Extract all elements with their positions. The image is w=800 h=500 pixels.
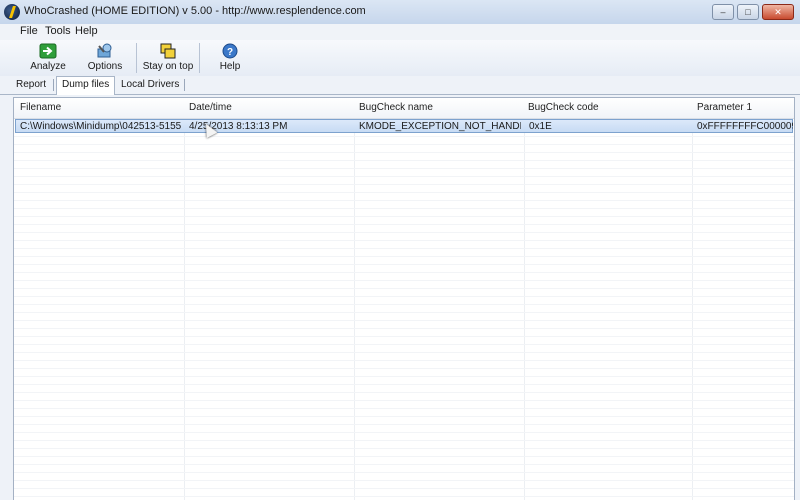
options-tool-icon [96, 43, 114, 59]
help-label: Help [219, 61, 241, 72]
empty-row-line [14, 472, 794, 473]
toolbar: Analyze Options Stay on top ? Help [0, 40, 800, 76]
empty-row-line [14, 360, 794, 361]
empty-row-line [14, 216, 794, 217]
empty-row-line [14, 280, 794, 281]
menu-tools[interactable]: Tools [45, 25, 71, 37]
title-bar[interactable]: WhoCrashed (HOME EDITION) v 5.00 - http:… [0, 0, 800, 25]
toolbar-separator [136, 43, 137, 73]
empty-row-line [14, 432, 794, 433]
empty-row-line [14, 384, 794, 385]
dump-files-table[interactable]: Filename Date/time BugCheck name BugChec… [13, 97, 795, 500]
empty-row-line [14, 208, 794, 209]
empty-row-line [14, 448, 794, 449]
column-header-bugcheck-name[interactable]: BugCheck name [359, 102, 433, 113]
tab-divider [184, 79, 185, 91]
empty-row-line [14, 464, 794, 465]
maximize-button[interactable]: □ [737, 4, 759, 20]
empty-row-line [14, 424, 794, 425]
empty-row-line [14, 496, 794, 497]
empty-row-line [14, 168, 794, 169]
empty-row-line [14, 376, 794, 377]
empty-row-line [14, 176, 794, 177]
empty-row-line [14, 136, 794, 137]
svg-text:?: ? [227, 47, 233, 58]
cell-filename: C:\Windows\Minidump\042513-5155... [20, 121, 182, 132]
empty-row-line [14, 304, 794, 305]
tab-local-drivers[interactable]: Local Drivers [116, 77, 184, 93]
empty-row-line [14, 312, 794, 313]
tab-divider [53, 79, 54, 91]
empty-row-line [14, 416, 794, 417]
empty-row-line [14, 240, 794, 241]
tab-report[interactable]: Report [11, 77, 51, 93]
stay-on-top-label: Stay on top [142, 61, 194, 72]
empty-row-line [14, 344, 794, 345]
empty-row-line [14, 480, 794, 481]
help-button[interactable]: ? Help [215, 42, 245, 75]
cell-bugcheck-code: 0x1E [529, 121, 552, 132]
table-header: Filename Date/time BugCheck name BugChec… [14, 98, 794, 119]
empty-row-line [14, 200, 794, 201]
analyze-button[interactable]: Analyze [27, 42, 69, 75]
stay-on-top-button[interactable]: Stay on top [142, 42, 194, 75]
empty-row-line [14, 408, 794, 409]
whocrashed-app-icon [4, 4, 20, 20]
green-arrow-icon [39, 43, 57, 59]
menu-bar: File Tools Help [0, 24, 800, 41]
cell-parameter-1: 0xFFFFFFFFC0000096 [697, 121, 793, 132]
menu-help[interactable]: Help [75, 25, 98, 37]
column-header-bugcheck-code[interactable]: BugCheck code [528, 102, 599, 113]
empty-row-line [14, 160, 794, 161]
stacked-windows-icon [159, 43, 177, 59]
close-button[interactable]: ✕ [762, 4, 794, 20]
column-header-parameter-1[interactable]: Parameter 1 [697, 102, 752, 113]
column-header-filename[interactable]: Filename [20, 102, 61, 113]
window-title: WhoCrashed (HOME EDITION) v 5.00 - http:… [24, 5, 366, 17]
empty-row-line [14, 224, 794, 225]
empty-row-line [14, 440, 794, 441]
toolbar-separator [199, 43, 200, 73]
empty-row-line [14, 232, 794, 233]
empty-row-line [14, 336, 794, 337]
empty-row-line [14, 272, 794, 273]
empty-row-line [14, 248, 794, 249]
empty-row-line [14, 368, 794, 369]
analyze-label: Analyze [30, 61, 66, 72]
empty-row-line [14, 264, 794, 265]
column-header-datetime[interactable]: Date/time [189, 102, 232, 113]
empty-row-line [14, 152, 794, 153]
app-window: WhoCrashed (HOME EDITION) v 5.00 - http:… [0, 0, 800, 500]
empty-row-line [14, 352, 794, 353]
tab-bar: Report Dump files Local Drivers [0, 76, 800, 95]
empty-row-line [14, 256, 794, 257]
minimize-button[interactable]: – [712, 4, 734, 20]
empty-row-line [14, 184, 794, 185]
empty-row-line [14, 456, 794, 457]
empty-row-line [14, 320, 794, 321]
cell-bugcheck-name: KMODE_EXCEPTION_NOT_HANDLED [359, 121, 521, 132]
table-row[interactable]: C:\Windows\Minidump\042513-5155... 4/25/… [15, 119, 793, 133]
empty-row-line [14, 144, 794, 145]
tab-dump-files[interactable]: Dump files [56, 76, 116, 95]
empty-row-line [14, 400, 794, 401]
options-label: Options [87, 61, 123, 72]
empty-row-line [14, 488, 794, 489]
empty-row-line [14, 296, 794, 297]
empty-row-line [14, 192, 794, 193]
empty-row-line [14, 392, 794, 393]
options-button[interactable]: Options [85, 42, 125, 75]
menu-file[interactable]: File [20, 25, 38, 37]
question-mark-icon: ? [221, 43, 239, 59]
empty-row-line [14, 288, 794, 289]
empty-row-line [14, 328, 794, 329]
